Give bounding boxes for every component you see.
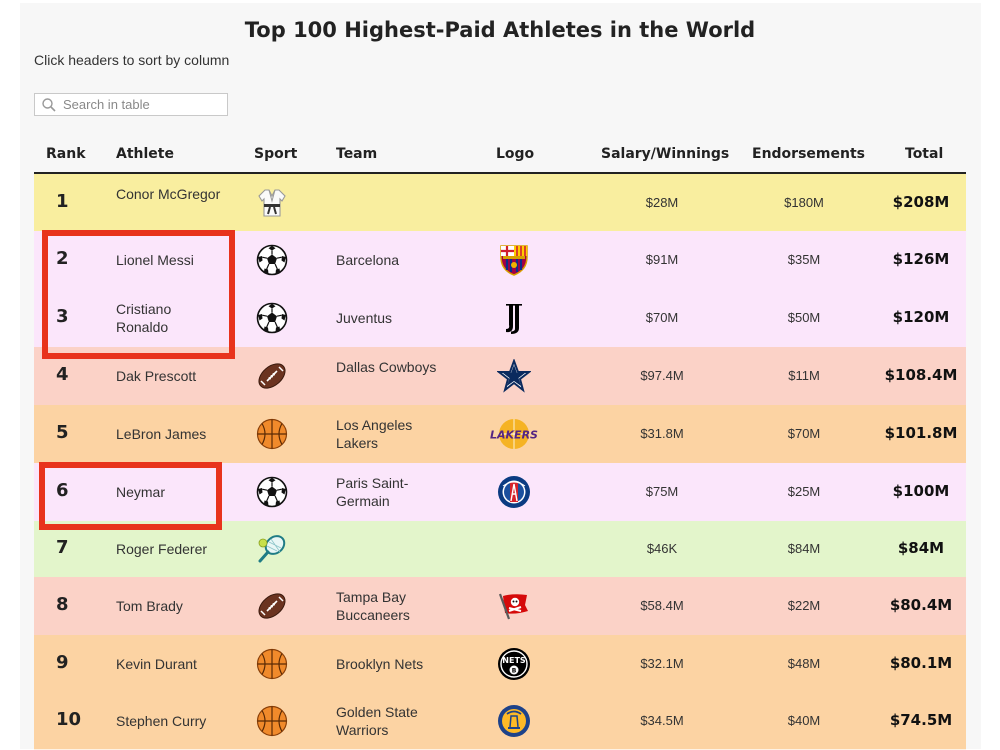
total-cell: $101.8M — [884, 424, 958, 442]
basketball-icon — [256, 418, 288, 450]
endorsements-cell: $70M — [787, 426, 821, 441]
total-cell: $126M — [892, 250, 950, 268]
header-sport[interactable]: Sport — [254, 146, 297, 162]
header-rank[interactable]: Rank — [46, 146, 86, 162]
endorsements-cell: $22M — [787, 598, 821, 613]
rank-cell: 8 — [56, 594, 69, 615]
salary-cell: $28M — [645, 194, 679, 210]
total-cell: $84M — [897, 539, 945, 557]
highlight-box-neymar — [39, 462, 222, 530]
rank-cell: 7 — [56, 537, 69, 558]
football-icon — [256, 360, 288, 392]
table-row: 5 LeBron James Los Angeles Lakers LAKERS $31… — [34, 405, 966, 464]
juventus-logo-icon — [497, 301, 531, 335]
rank-cell: 9 — [56, 652, 69, 673]
sort-hint: Click headers to sort by column — [34, 52, 230, 68]
nets-logo-icon: NETS B — [497, 647, 531, 681]
athlete-name: Tom Brady — [116, 598, 183, 614]
team-name: Barcelona — [336, 252, 400, 268]
total-cell: $80.4M — [889, 596, 953, 614]
salary-cell: $58.4M — [640, 598, 684, 613]
table-row: 8 Tom Brady Tampa Bay Buccaneers $58.4M $22M… — [34, 577, 966, 636]
team-name: Dallas Cowboys — [336, 359, 437, 375]
endorsements-cell: $25M — [787, 484, 821, 499]
basketball-icon — [256, 705, 288, 737]
salary-cell: $75M — [645, 484, 679, 499]
athlete-name: Kevin Durant — [116, 656, 197, 672]
rank-cell: 10 — [56, 709, 82, 730]
team-name: Paris Saint-Germain — [336, 475, 409, 509]
soccer-ball-icon — [256, 244, 288, 276]
search-input[interactable] — [61, 96, 225, 113]
lakers-logo-icon: LAKERS — [489, 417, 539, 451]
football-icon — [256, 590, 288, 622]
team-name: Tampa Bay Buccaneers — [336, 589, 410, 623]
martial-arts-gi-icon — [256, 187, 288, 219]
team-name: Golden State Warriors — [336, 704, 418, 738]
tennis-racket-icon — [256, 533, 288, 565]
psg-crest-icon — [497, 475, 531, 509]
salary-cell: $31.8M — [640, 426, 684, 441]
search-box[interactable] — [34, 93, 228, 116]
total-cell: $100M — [892, 482, 950, 500]
page-title: Top 100 Highest-Paid Athletes in the Wor… — [244, 18, 756, 42]
athlete-name: Conor McGregor — [116, 185, 221, 202]
search-icon — [42, 97, 56, 112]
salary-cell: $91M — [645, 252, 679, 267]
salary-cell: $46K — [646, 541, 678, 556]
athlete-name: Roger Federer — [116, 541, 208, 557]
table-row: 9 Kevin Durant Brooklyn Nets NETS B $32.1M $48… — [34, 635, 966, 694]
athlete-name: Dak Prescott — [116, 368, 197, 384]
header-salary[interactable]: Salary/Winnings — [601, 146, 729, 162]
svg-text:NETS: NETS — [502, 656, 526, 665]
buccaneers-flag-icon — [497, 589, 531, 623]
total-cell: $108.4M — [884, 366, 958, 384]
header-team[interactable]: Team — [336, 146, 377, 162]
warriors-logo-icon — [497, 704, 531, 738]
header-logo[interactable]: Logo — [496, 146, 534, 162]
rank-cell: 5 — [56, 422, 69, 443]
total-cell: $208M — [892, 192, 950, 211]
endorsements-cell: $35M — [787, 252, 821, 267]
basketball-icon — [256, 648, 288, 680]
total-cell: $74.5M — [889, 711, 953, 729]
total-cell: $120M — [892, 308, 950, 326]
endorsements-cell: $40M — [787, 713, 821, 728]
cowboys-star-icon — [496, 358, 532, 393]
highlight-box-messi-ronaldo — [42, 230, 235, 359]
soccer-ball-icon — [256, 302, 288, 334]
team-name: Juventus — [336, 310, 393, 326]
endorsements-cell: $84M — [787, 541, 821, 556]
salary-cell: $97.4M — [640, 368, 684, 383]
header-athlete[interactable]: Athlete — [116, 146, 174, 162]
total-cell: $80.1M — [889, 654, 953, 672]
table-row: 10 Stephen Curry Golden State Warriors $34.… — [34, 693, 966, 750]
rank-cell: 1 — [56, 190, 69, 212]
team-name: Brooklyn Nets — [336, 656, 424, 672]
svg-text:B: B — [512, 668, 517, 675]
salary-cell: $70M — [645, 310, 679, 325]
salary-cell: $34.5M — [640, 713, 684, 728]
athlete-name: Stephen Curry — [116, 713, 207, 729]
endorsements-cell: $50M — [787, 310, 821, 325]
table-row: 1 Conor McGregor $28M $180M $208M — [34, 174, 966, 232]
header-endorsements[interactable]: Endorsements — [752, 146, 865, 162]
header-total[interactable]: Total — [905, 146, 943, 162]
endorsements-cell: $11M — [788, 368, 820, 383]
athlete-name: LeBron James — [116, 426, 207, 442]
salary-cell: $32.1M — [640, 656, 684, 671]
svg-text:LAKERS: LAKERS — [490, 429, 538, 442]
rank-cell: 4 — [56, 364, 69, 385]
soccer-ball-icon — [256, 476, 288, 508]
barcelona-crest-icon — [497, 243, 531, 277]
endorsements-cell: $180M — [784, 194, 824, 210]
endorsements-cell: $48M — [787, 656, 821, 671]
team-name: Los Angeles Lakers — [336, 417, 413, 451]
